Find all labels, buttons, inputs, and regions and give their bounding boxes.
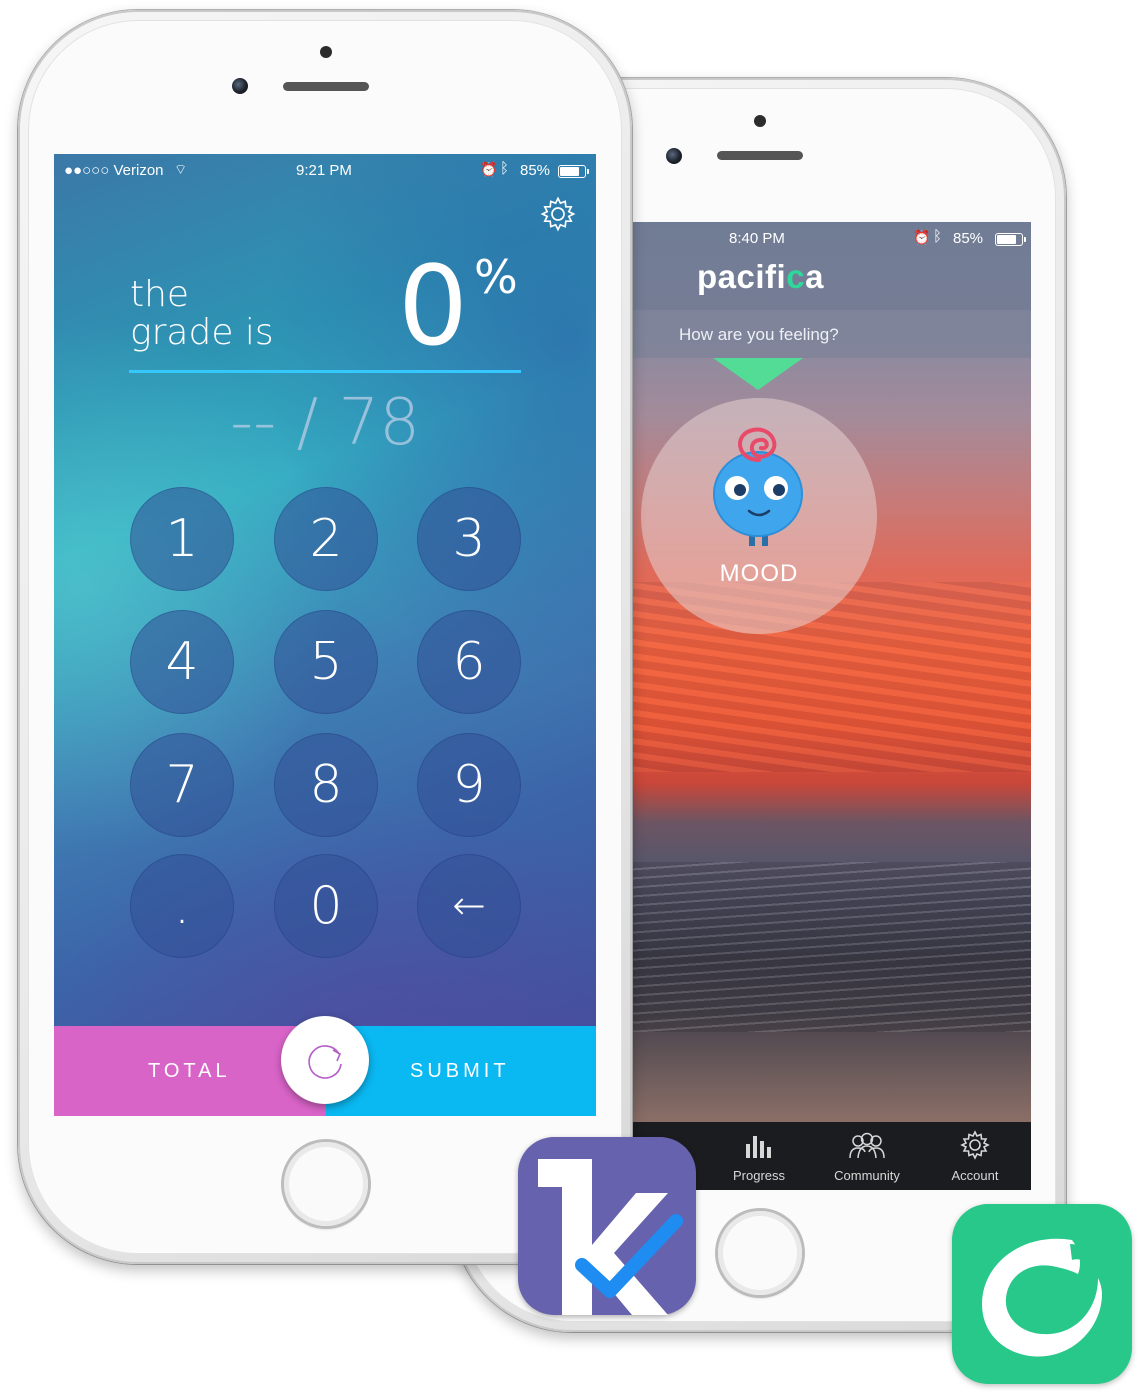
status-battery-percent: 85% bbox=[953, 230, 984, 247]
pacifica-screen: 8:40 PM ⏰ ᛒ 85% pacifica How are you fee… bbox=[631, 222, 1031, 1190]
grade-app-icon[interactable] bbox=[518, 1137, 696, 1315]
key-decimal[interactable]: . bbox=[130, 854, 234, 958]
battery-fill bbox=[997, 235, 1016, 244]
key-8[interactable]: 8 bbox=[274, 733, 378, 837]
wifi-icon: ⌔ bbox=[174, 161, 188, 177]
submit-label: SUBMIT bbox=[410, 1060, 510, 1082]
bar-chart-icon bbox=[746, 1136, 771, 1158]
grade-label: the grade is bbox=[130, 276, 274, 352]
feeling-question: How are you feeling? bbox=[679, 325, 839, 344]
key-3[interactable]: 3 bbox=[417, 487, 521, 591]
people-icon bbox=[849, 1132, 885, 1159]
logo-text-1: pacifi bbox=[697, 258, 787, 295]
gear-icon bbox=[960, 1130, 990, 1160]
front-phone-home-button[interactable] bbox=[284, 1142, 368, 1226]
grade-value: 0 bbox=[398, 242, 468, 370]
alarm-icon: ⏰ bbox=[480, 161, 498, 177]
ocean-waves bbox=[631, 862, 1031, 1032]
mood-character-icon bbox=[713, 427, 803, 546]
key-6[interactable]: 6 bbox=[417, 610, 521, 714]
status-bar: ●●○○○ Verizon ⌔ 9:21 PM ⏰ ᛒ 85% bbox=[54, 160, 596, 182]
battery-fill bbox=[560, 167, 579, 176]
pacifica-app-icon[interactable] bbox=[952, 1204, 1132, 1384]
settings-gear-icon[interactable] bbox=[540, 196, 576, 232]
front-phone-proximity-sensor bbox=[320, 46, 332, 58]
key-0[interactable]: 0 bbox=[274, 854, 378, 958]
key-2[interactable]: 2 bbox=[274, 487, 378, 591]
back-phone-home-button[interactable] bbox=[718, 1211, 802, 1295]
refresh-icon bbox=[308, 1045, 342, 1079]
front-phone-camera bbox=[232, 78, 248, 94]
front-phone-speaker bbox=[283, 82, 369, 91]
status-bar: 8:40 PM ⏰ ᛒ 85% bbox=[631, 228, 1031, 250]
mood-button[interactable]: MOOD bbox=[641, 398, 877, 634]
logo-accent: c bbox=[786, 258, 806, 295]
back-phone-camera bbox=[666, 148, 682, 164]
key-1[interactable]: 1 bbox=[130, 487, 234, 591]
key-5[interactable]: 5 bbox=[274, 610, 378, 714]
tab-community-label: Community bbox=[834, 1168, 900, 1183]
back-phone-speaker bbox=[717, 151, 803, 160]
key-backspace[interactable]: ← bbox=[417, 854, 521, 958]
battery-icon bbox=[558, 165, 589, 178]
reset-button[interactable] bbox=[281, 1016, 369, 1104]
total-label: TOTAL bbox=[148, 1060, 231, 1082]
grade-label-line1: the bbox=[130, 274, 190, 315]
status-battery-percent: 85% bbox=[520, 162, 551, 179]
back-phone-proximity-sensor bbox=[754, 115, 766, 127]
grade-unit: % bbox=[474, 250, 518, 304]
tab-account-label: Account bbox=[951, 1168, 999, 1183]
key-7[interactable]: 7 bbox=[130, 733, 234, 837]
mood-label: MOOD bbox=[719, 560, 799, 587]
app-logo: pacifica bbox=[697, 258, 824, 296]
alarm-icon: ⏰ bbox=[913, 229, 931, 245]
score-display: -- / 78 bbox=[230, 386, 420, 460]
status-carrier: ●●○○○ Verizon bbox=[64, 162, 164, 179]
key-9[interactable]: 9 bbox=[417, 733, 521, 837]
tab-progress-label: Progress bbox=[732, 1168, 786, 1183]
grade-underline bbox=[129, 370, 521, 373]
key-4[interactable]: 4 bbox=[130, 610, 234, 714]
status-time: 9:21 PM bbox=[296, 162, 352, 179]
logo-text-2: a bbox=[805, 258, 824, 295]
pointer-triangle-icon bbox=[713, 358, 803, 390]
status-time: 8:40 PM bbox=[729, 230, 785, 247]
bluetooth-icon: ᛒ bbox=[500, 160, 510, 177]
k-check-logo-icon bbox=[538, 1159, 683, 1315]
battery-icon bbox=[995, 233, 1026, 246]
grade-calculator-screen: ●●○○○ Verizon ⌔ 9:21 PM ⏰ ᛒ 85% the grad… bbox=[54, 154, 596, 1116]
grade-label-line2: grade is bbox=[130, 312, 274, 353]
bluetooth-icon: ᛒ bbox=[933, 228, 943, 245]
pacifica-wave-logo-icon bbox=[982, 1238, 1102, 1357]
